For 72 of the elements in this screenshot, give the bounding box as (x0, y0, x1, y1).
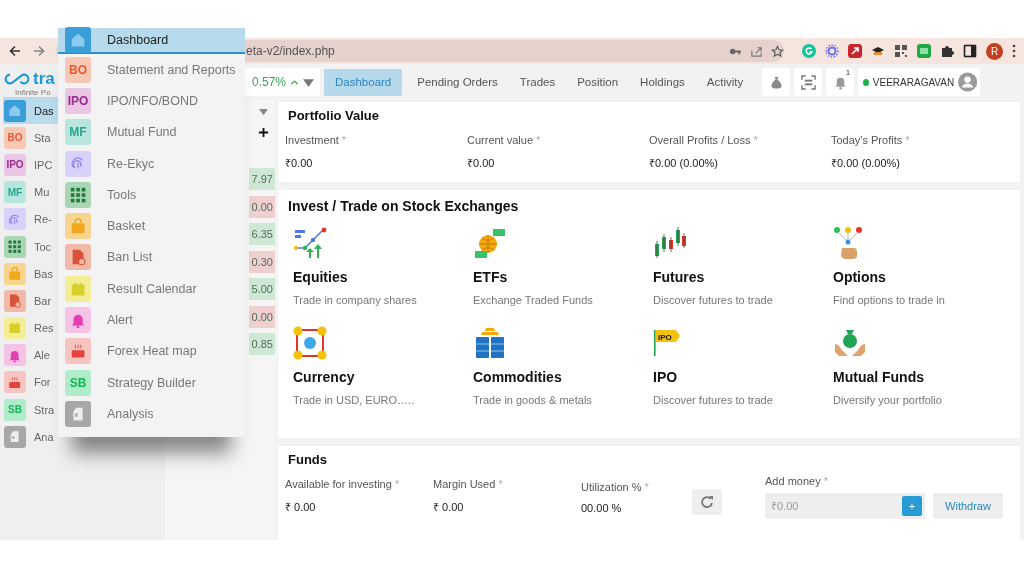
text-badge: MF (65, 119, 91, 146)
item-label: For (34, 376, 51, 389)
field-label: Margin Used * (433, 478, 504, 490)
notification-count: 1 (845, 68, 851, 77)
item-label: Mu (34, 186, 50, 199)
card-title: Funds (288, 452, 328, 467)
item-label: Res (34, 322, 54, 335)
change-text: 0.57% (251, 75, 286, 89)
item-subtitle: Discover futures to trade (653, 394, 774, 406)
field-label: Available for investing * (285, 478, 401, 490)
item-subtitle: Discover futures to trade (653, 294, 774, 306)
field-value: ₹0.00 (285, 156, 314, 170)
price-cell: 0.85 (249, 333, 275, 355)
item-label: Basket (107, 219, 146, 234)
item-label: Toc (34, 240, 52, 253)
field-value: ₹ 0.00 (285, 500, 317, 514)
price-cell: 0.00 (249, 195, 275, 218)
text-badge: SB (4, 398, 26, 421)
item-subtitle: Trade in USD, EURO….. (293, 394, 416, 406)
item-label: IPO/NFO/BOND (107, 93, 198, 108)
price-cell: 5.00 (249, 278, 275, 300)
field-value: ₹0.00 (467, 156, 496, 170)
item-label: Re- (34, 213, 52, 226)
item-label: Das (34, 104, 54, 117)
item-label: Bar (34, 294, 52, 307)
item-label: Alert (107, 313, 133, 327)
item-label: Result Calendar (107, 281, 197, 296)
field-label: Utilization % * (581, 481, 650, 493)
item-label: Bas (34, 267, 53, 280)
item-label: Sta (34, 131, 51, 144)
field-label: Add money * (765, 475, 829, 487)
user-name: VEERARAGAVAN (872, 76, 955, 88)
item-subtitle: Find options to trade in (833, 294, 946, 306)
logo-tagline: Infinite Po (15, 89, 52, 97)
item-label: Ban List (107, 250, 153, 265)
text-badge: IPO (65, 87, 91, 114)
item-label: Forex Heat map (107, 344, 197, 359)
text-badge: IPO (4, 153, 26, 176)
item-label: IPC (34, 158, 53, 171)
field-value: ₹0.00 (0.00%) (649, 156, 719, 170)
item-label: Mutual Fund (107, 125, 177, 140)
field-value: ₹0.00 (0.00%) (831, 156, 901, 170)
item-subtitle: Diversify your portfolio (833, 394, 943, 406)
text-badge: BO (4, 126, 26, 149)
price-cell: 6.35 (249, 223, 275, 245)
item-label: Statement and Reports (107, 62, 236, 77)
item-label: Ana (34, 430, 54, 443)
card-title: Invest / Trade on Stock Exchanges (288, 198, 520, 214)
url-text: eta-v2/index.php (246, 44, 336, 58)
item-label: Re-Ekyc (107, 156, 155, 171)
field-value: ₹ 0.00 (433, 500, 465, 514)
item-label: Strategy Builder (107, 375, 196, 390)
card-title: Portfolio Value (288, 108, 380, 123)
price-cell: 7.97 (249, 168, 275, 190)
text-badge: BO (65, 56, 91, 83)
item-label: Ale (34, 349, 50, 362)
field-label: Investment * (285, 134, 348, 146)
item-subtitle: Exchange Traded Funds (473, 294, 594, 306)
logo-text: tra (33, 69, 55, 89)
item-label: Analysis (107, 406, 154, 421)
item-label: Tools (107, 187, 137, 202)
text-badge: MF (4, 181, 26, 204)
item-label: Stra (34, 403, 55, 416)
field-label: Today's Profits * (831, 134, 911, 146)
field-value: 00.00 % (581, 502, 623, 514)
item-subtitle: Trade in company shares (293, 294, 418, 306)
price-cell: 0.00 (249, 305, 275, 328)
item-subtitle: Trade in goods & metals (473, 394, 593, 406)
field-label: Overall Profits / Loss * (649, 134, 759, 146)
field-label: Current value * (467, 134, 542, 146)
text-badge: SB (65, 369, 91, 396)
price-cell: 0.30 (249, 250, 275, 273)
